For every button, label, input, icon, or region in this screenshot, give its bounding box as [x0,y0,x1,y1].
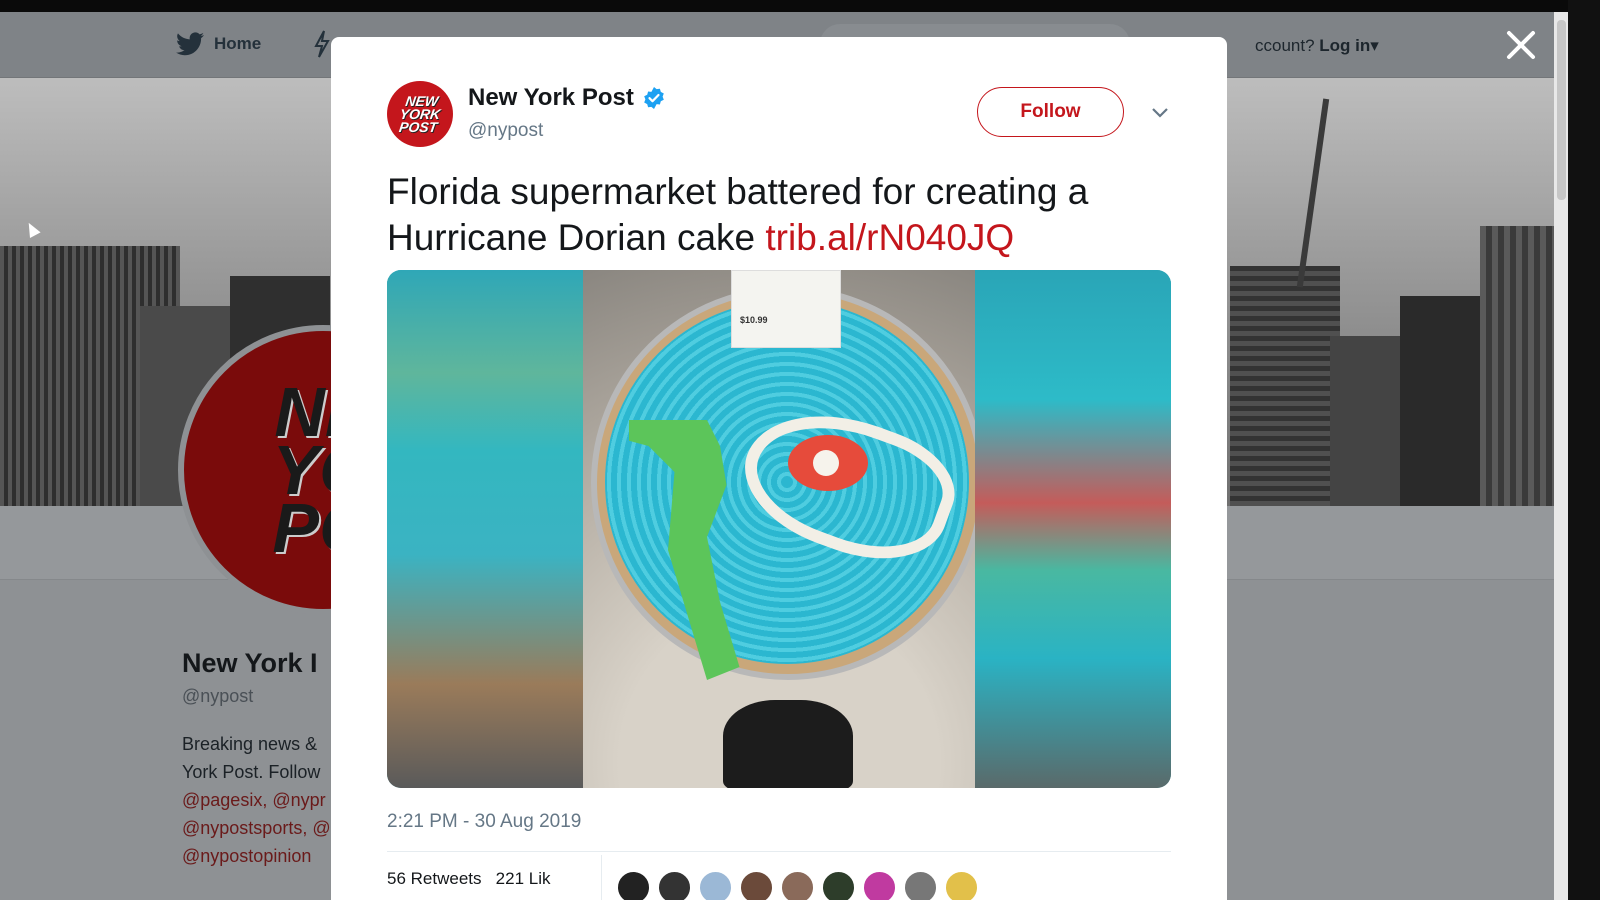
tweet-timestamp[interactable]: 2:21 PM - 30 Aug 2019 [387,811,581,833]
twitter-bird-icon [176,32,204,56]
scrollbar-thumb[interactable] [1557,20,1566,200]
liker-avatar[interactable] [657,870,692,900]
tweet-author-avatar[interactable]: NEW YORK POST [387,81,453,147]
liker-avatar[interactable] [780,870,815,900]
cake-photo: $10.99 [583,270,985,788]
likes-count[interactable]: 221 Lik [496,869,551,888]
banner-antenna [1296,98,1330,288]
nav-home-label: Home [214,34,262,53]
tweet-author-name-row[interactable]: New York Post [468,84,666,112]
nav-home-link[interactable]: Home [176,32,261,56]
tweet-stats[interactable]: 56 Retweets 221 Lik [387,869,551,889]
bio-link[interactable]: @nypostsports, @ [182,814,342,842]
nav-login-area[interactable]: ccount? Log in▾ [1255,36,1379,56]
tweet-author-handle[interactable]: @nypost [468,120,543,142]
login-prefix-text: ccount? [1255,36,1315,55]
liker-avatar[interactable] [821,870,856,900]
shoe [723,700,853,788]
moments-bolt-icon[interactable] [313,30,331,58]
bio-link[interactable]: @nypostopinion [182,842,342,870]
profile-handle[interactable]: @nypost [182,686,253,707]
retweets-count[interactable]: 56 Retweets [387,869,482,888]
profile-bio: Breaking news & York Post. Follow @pages… [182,730,342,870]
banner-building [1230,266,1340,506]
hurricane-eye-center [813,450,839,476]
stats-divider-top [387,851,1171,852]
login-caret: ▾ [1370,36,1379,55]
login-link[interactable]: Log in [1319,36,1370,55]
avatar-logo-text: NEW YORK POST [398,92,442,135]
top-black-bar [0,0,1600,12]
chevron-down-icon[interactable] [1151,107,1169,119]
bio-link[interactable]: @pagesix, @nypr [182,786,342,814]
liker-avatar[interactable] [698,870,733,900]
tweet-media-image[interactable]: $10.99 [387,270,1171,788]
follow-button[interactable]: Follow [977,87,1124,137]
liker-avatar[interactable] [944,870,979,900]
verified-badge-icon [644,87,664,109]
close-icon[interactable] [1504,28,1538,62]
price-tag: $10.99 [731,270,841,348]
tweet-modal: NEW YORK POST New York Post @nypost Foll… [331,37,1227,900]
media-blur-right [975,270,1171,788]
tweet-text: Florida supermarket battered for creatin… [387,169,1187,261]
liker-avatars [616,870,979,900]
bio-line: Breaking news & [182,734,318,754]
liker-avatar[interactable] [862,870,897,900]
stats-divider-vertical [601,855,602,900]
liker-avatar[interactable] [903,870,938,900]
liker-avatar[interactable] [616,870,651,900]
right-black-edge [1568,0,1600,900]
tweet-author-name[interactable]: New York Post [468,84,634,112]
tweet-link[interactable]: trib.al/rN040JQ [765,217,1014,258]
price-tag-value: $10.99 [740,315,768,325]
bio-line: York Post. Follow [182,762,321,782]
media-blur-left [387,270,583,788]
profile-name[interactable]: New York I [182,648,318,679]
liker-avatar[interactable] [739,870,774,900]
